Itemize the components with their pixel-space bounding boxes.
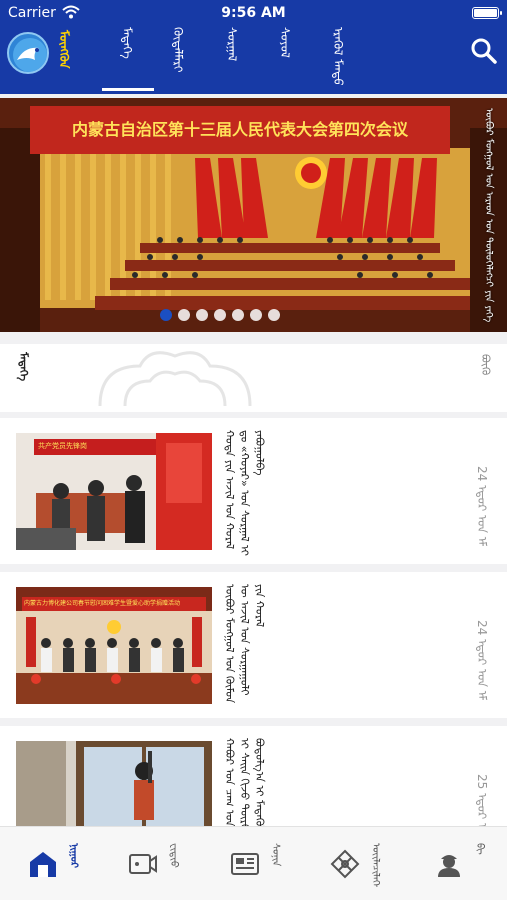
carousel-dot[interactable]: [250, 309, 262, 321]
carousel-dot[interactable]: [214, 309, 226, 321]
tab-education[interactable]: ᠰᠤᠷᠭᠠᠯ: [222, 27, 243, 85]
status-bar: Carrier 9:56 AM: [0, 0, 507, 26]
app-logo[interactable]: [7, 32, 49, 74]
nav-newspaper[interactable]: ᠰᠣᠨᠢᠨ: [230, 837, 290, 893]
carousel-dot[interactable]: [232, 309, 244, 321]
news-headline[interactable]: ᠬᠣᠲᠠ ᠶᠢᠨ ᠠᠵᠢᠯ ᠤᠨ ᠬᠤᠷᠠᠯ ᠳᠤ «ᠬᠣᠶᠠᠷ» ᠤᠨ ᠰᠤᠷ…: [222, 430, 267, 556]
search-icon[interactable]: [470, 37, 498, 65]
news-item[interactable]: ᠬᠠᠪᠤᠷ ᠤᠨ ᠴᠠᠭ ᠤᠨ ᠠᠵᠢᠯ ᠢ ᠰᠠᠢᠨ ᠬᠢᠵᠦ ᠲᠥᠷᠦ ᠶᠢ…: [0, 726, 507, 826]
banner-caption: ᠥᠪᠦᠷ ᠮᠣᠩᠭᠣᠯ ᠤᠨ ᠠᠷᠠᠳ ᠤᠨ ᠲᠥᠯᠦᠭᠡᠯᠡᠭᠴᠢ ᠶᠢᠨ ᠶ…: [483, 108, 494, 323]
carousel-pagination[interactable]: [160, 309, 280, 321]
thumb-sign-text: 内蒙古力博化建公司春节慰问困难学生暨爱心助学捐赠活动: [24, 600, 181, 607]
news-item[interactable]: 内蒙古力博化建公司春节慰问困难学生暨爱心助学捐赠活动 ᠥᠪᠦᠷ ᠮᠣᠩᠭᠣᠯ ᠤ…: [0, 572, 507, 718]
video-icon: [129, 854, 157, 874]
news-thumbnail: 共产党员先锋岗: [16, 433, 212, 550]
cloud-pattern-icon: [98, 351, 252, 407]
nav-services-label: ᠦᠢᠯᠡᠴᠢᠯᠡᠭᠡ: [370, 843, 381, 887]
news-photo: [16, 741, 212, 826]
knot-icon: [330, 849, 360, 879]
news-item[interactable]: 共产党员先锋岗 ᠬᠣᠲᠠ ᠶᠢᠨ ᠠᠵᠢᠯ ᠤᠨ ᠬᠤᠷᠠᠯ ᠳᠤ «ᠬᠣᠶᠠᠷ…: [0, 418, 507, 564]
carousel-dot[interactable]: [268, 309, 280, 321]
clock: 9:56 AM: [221, 5, 286, 21]
news-thumbnail: [16, 741, 212, 826]
section-title: ᠮᠡᠳᠡᠭᠡ: [17, 352, 30, 382]
section-more-link[interactable]: ᠪᠦᠬᠦ: [476, 354, 495, 402]
tab-health[interactable]: ᠡᠷᠡᠭᠦᠯ ᠮᠡᠨᠳᠦ: [328, 27, 349, 85]
user-icon: [438, 855, 460, 877]
news-headline[interactable]: ᠥᠪᠦᠷ ᠮᠣᠩᠭᠣᠯ ᠤᠨ ᠬᠦᠮᠦᠨ ᠦ ᠠᠵᠢᠯ ᠤᠨ ᠰᠤᠷᠭᠠᠭᠤᠯᠢ…: [222, 584, 267, 710]
battery-icon: [472, 7, 502, 19]
bottom-navigation: ᠨᠢᠭᠤᠷ ᠸᠢᠳᠢᠤ ᠰᠣᠨᠢᠨ ᠦᠢᠯᠡᠴᠢᠯᠡᠭᠡ ᠪᠢ: [0, 826, 507, 900]
nav-profile-label: ᠪᠢ: [474, 843, 485, 855]
carousel-dot[interactable]: [196, 309, 208, 321]
news-thumbnail: 内蒙古力博化建公司春节慰问困难学生暨爱心助学捐赠活动: [16, 587, 212, 704]
top-app-bar: Carrier 9:56 AM ᠮᠦᠩᠭᠦᠨ ᠮᠡᠳᠡᠭᠡ ᠬᠥᠳᠡᠯᠮᠡᠷᠢ …: [0, 0, 507, 94]
tab-movement[interactable]: ᠬᠥᠳᠡᠯᠮᠡᠷᠢ: [168, 27, 189, 85]
thumb-sign-text: 共产党员先锋岗: [38, 442, 87, 450]
news-headline[interactable]: ᠬᠠᠪᠤᠷ ᠤᠨ ᠴᠠᠭ ᠤᠨ ᠠᠵᠢᠯ ᠢ ᠰᠠᠢᠨ ᠬᠢᠵᠦ ᠲᠥᠷᠦ ᠶᠢ…: [222, 738, 267, 826]
news-date: 25 ᠡᠳᠦᠷ ᠤᠨ ᠡᠮᠦᠨ᠎ᠡ: [475, 774, 489, 826]
nav-services[interactable]: ᠦᠢᠯᠡᠴᠢᠯᠡᠭᠡ: [330, 837, 390, 893]
active-tab-indicator: [102, 88, 154, 91]
nav-video-label: ᠸᠢᠳᠢᠤ: [168, 843, 179, 868]
tab-culture[interactable]: ᠰᠤᠶᠤᠯ: [275, 27, 296, 85]
home-icon: [30, 852, 56, 877]
carousel-dot[interactable]: [178, 309, 190, 321]
logo-mark-icon: [13, 38, 47, 72]
newspaper-icon: [231, 853, 259, 875]
nav-profile[interactable]: ᠪᠢ: [434, 837, 494, 893]
banner-headline-sign: 内蒙古自治区第十三届人民代表大会第四次会议: [30, 106, 450, 154]
news-date: 24 ᠡᠳᠦᠷ ᠤᠨ ᠡᠮᠦᠨ᠎ᠡ: [475, 466, 489, 546]
tab-news[interactable]: ᠮᠡᠳᠡᠭᠡ: [117, 27, 138, 85]
nav-home[interactable]: ᠨᠢᠭᠤᠷ: [28, 837, 88, 893]
hero-carousel[interactable]: 内蒙古自治区第十三届人民代表大会第四次会议 ᠥᠪᠦᠷ ᠮᠣᠩᠭᠣᠯ ᠤᠨ ᠠᠷᠠ…: [0, 98, 507, 332]
nav-newspaper-label: ᠰᠣᠨᠢᠨ: [270, 843, 281, 867]
carousel-dot[interactable]: [160, 309, 172, 321]
logo-wordmark: ᠮᠦᠩᠭᠦᠨ: [57, 30, 71, 69]
section-header: ᠮᠡᠳᠡᠭᠡ ᠪᠦᠬᠦ: [0, 344, 507, 412]
nav-video[interactable]: ᠸᠢᠳᠢᠤ: [128, 837, 188, 893]
news-date: 24 ᠡᠳᠦᠷ ᠤᠨ ᠡᠮᠦᠨ᠎ᠡ: [475, 620, 489, 700]
nav-home-label: ᠨᠢᠭᠤᠷ: [68, 843, 79, 868]
